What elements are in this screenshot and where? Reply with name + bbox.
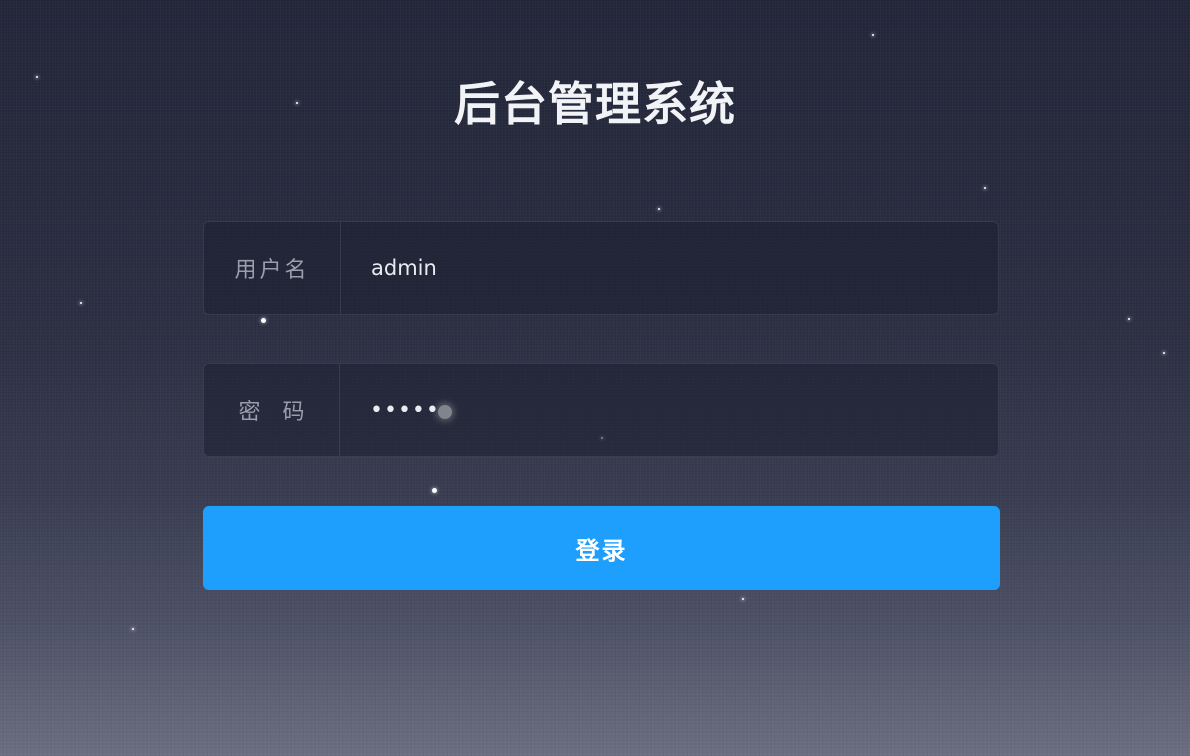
password-field[interactable]: 密码 xyxy=(203,363,999,457)
password-label: 密码 xyxy=(204,364,340,456)
star-icon xyxy=(984,187,986,189)
password-input[interactable] xyxy=(340,364,998,456)
page-title: 后台管理系统 xyxy=(454,77,736,131)
star-icon xyxy=(261,318,266,323)
star-icon xyxy=(872,34,874,36)
star-icon xyxy=(432,488,437,493)
username-field[interactable]: 用户名 xyxy=(203,221,999,315)
username-label: 用户名 xyxy=(204,222,341,314)
username-input[interactable] xyxy=(341,222,998,314)
login-button[interactable]: 登录 xyxy=(203,506,1000,590)
star-icon xyxy=(1128,318,1130,320)
star-icon xyxy=(658,208,660,210)
star-icon xyxy=(132,628,134,630)
star-icon xyxy=(80,302,82,304)
star-icon xyxy=(1163,352,1165,354)
star-icon xyxy=(742,598,744,600)
